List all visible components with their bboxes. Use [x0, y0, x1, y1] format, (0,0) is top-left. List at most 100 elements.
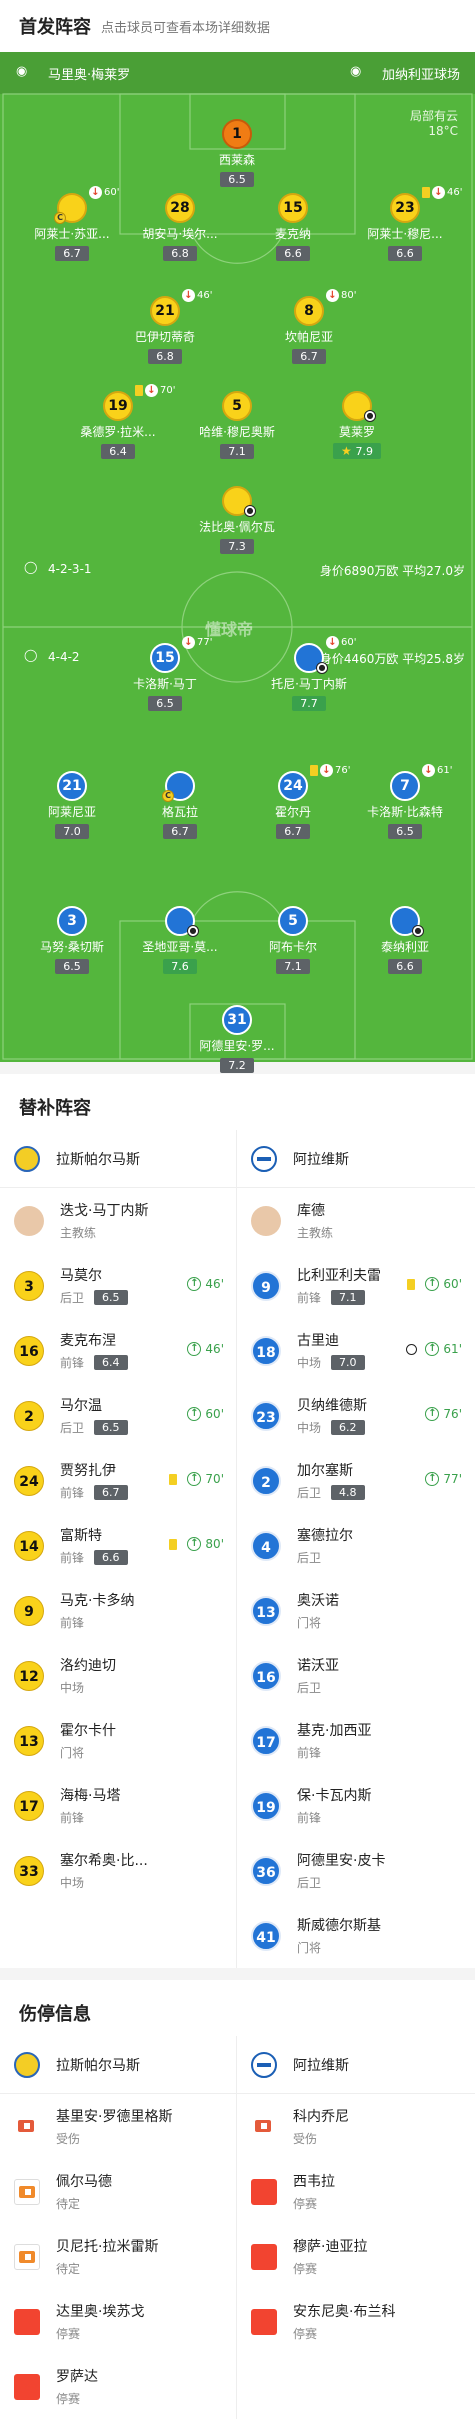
player-home[interactable]: 28 胡安马·埃尔... 6.8: [125, 193, 235, 261]
sub-info: 洛约迪切 中场: [60, 1655, 116, 1696]
away-formation: 4-4-2: [48, 650, 80, 664]
yellow-card-icon: [422, 187, 430, 198]
player-home[interactable]: 15 麦克纳 6.6: [238, 193, 348, 261]
sub-row[interactable]: 36 阿德里安·皮卡 后卫: [237, 1838, 474, 1903]
sub-row[interactable]: 17 基克·加西亚 前锋: [237, 1708, 474, 1773]
player-home[interactable]: 5 哈维·穆尼奥斯 7.1: [182, 391, 292, 459]
injury-row[interactable]: 达里奥·埃苏戈 停赛: [0, 2289, 236, 2354]
sub-position: 后卫: [60, 1421, 85, 1435]
yellow-card-icon: [310, 765, 318, 776]
rating-wrap: 6.7: [125, 820, 235, 839]
injury-row[interactable]: 基里安·罗德里格斯 受伤: [0, 2094, 236, 2159]
player-away[interactable]: ● 泰纳利亚 6.6: [350, 906, 460, 974]
player-away[interactable]: C 格瓦拉 6.7: [125, 771, 235, 839]
suspension-card-icon: [251, 2308, 277, 2335]
captain-icon: C: [54, 212, 66, 224]
sub-info: 贝纳维德斯 中场 6.2: [297, 1395, 367, 1436]
player-home[interactable]: 21 ↓ 46' 巴伊切蒂奇 6.8: [110, 289, 220, 364]
sub-off-icon: ↓: [326, 289, 339, 302]
sub-name: 洛约迪切: [60, 1658, 116, 1674]
sub-row[interactable]: 23 贝纳维德斯 中场 6.2 ↑ 76': [237, 1383, 474, 1448]
sub-row[interactable]: 迭戈·马丁内斯 主教练: [0, 1188, 236, 1253]
rating-wrap: 7.2: [182, 1054, 292, 1073]
injury-row[interactable]: 西韦拉 停赛: [237, 2159, 474, 2224]
sub-off-icon: ↓: [145, 384, 158, 397]
sub-row[interactable]: 16 诺沃亚 后卫: [237, 1643, 474, 1708]
sub-row[interactable]: 12 洛约迪切 中场: [0, 1643, 236, 1708]
player-away[interactable]: 5 阿布卡尔 7.1: [238, 906, 348, 974]
sub-position-line: 中场: [60, 1679, 116, 1696]
player-home[interactable]: ● 法比奥·佩尔瓦 7.3: [182, 486, 292, 554]
injury-row[interactable]: 科内乔尼 受伤: [237, 2094, 474, 2159]
sub-row[interactable]: 9 比利亚利夫雷 前锋 7.1 ↑ 60': [237, 1253, 474, 1318]
player-away[interactable]: 7 ↓ 61' 卡洛斯·比森特 6.5: [350, 764, 460, 839]
sub-name: 阿德里安·皮卡: [297, 1853, 386, 1869]
sub-row[interactable]: 2 加尔塞斯 后卫 4.8 ↑ 77': [237, 1448, 474, 1513]
sub-event: ↑ 60': [407, 1277, 462, 1291]
sub-row[interactable]: 13 奥沃诺 门将: [237, 1578, 474, 1643]
sub-position: 前锋: [297, 1811, 322, 1825]
player-rating: 6.8: [163, 246, 197, 261]
away-team-name: 阿拉维斯: [293, 2057, 349, 2074]
injury-away-team[interactable]: 阿拉维斯: [237, 2036, 474, 2093]
suspension-card-icon: [14, 2373, 40, 2400]
injury-row[interactable]: 贝尼托·拉米雷斯 待定: [0, 2224, 236, 2289]
away-team-logo-icon: [251, 1145, 277, 1172]
subs-away-team[interactable]: 阿拉维斯: [237, 1130, 474, 1187]
sub-row[interactable]: 4 塞德拉尔 后卫: [237, 1513, 474, 1578]
sub-on-icon: ↑: [187, 1277, 202, 1291]
player-home[interactable]: 23 ↓ 46' 阿莱士·穆尼... 6.6: [350, 186, 462, 261]
sub-row[interactable]: 17 海梅·马塔 前锋: [0, 1773, 236, 1838]
sub-row[interactable]: 9 马克·卡多纳 前锋: [0, 1578, 236, 1643]
injury-teams: 拉斯帕尔马斯 阿拉维斯: [0, 2036, 475, 2094]
sub-row[interactable]: 14 富斯特 前锋 6.6 ↑ 80': [0, 1513, 236, 1578]
subs-home-team[interactable]: 拉斯帕尔马斯: [0, 1130, 237, 1187]
player-away[interactable]: 15 ↓ 77' 卡洛斯·马丁 6.5: [110, 636, 220, 711]
player-home[interactable]: 19 ↓ 70' 桑德罗·拉米... 6.4: [63, 384, 175, 459]
sub-name: 库德: [297, 1203, 325, 1219]
player-away[interactable]: 3 马努·桑切斯 6.5: [17, 906, 127, 974]
rating-wrap: 6.7: [254, 345, 364, 364]
sub-rating: 6.6: [94, 1550, 128, 1565]
sub-rating: 7.0: [331, 1355, 365, 1370]
injury-row[interactable]: 罗萨达 停赛: [0, 2354, 236, 2419]
player-event: ↓ 60': [326, 636, 356, 649]
sub-row[interactable]: 2 马尔温 后卫 6.5 ↑ 60': [0, 1383, 236, 1448]
player-number: ●: [165, 906, 199, 937]
home-value: 身价6890万欧: [319, 564, 399, 578]
player-number: 23: [390, 193, 420, 223]
player-home[interactable]: 8 ↓ 80' 坎帕尼亚 6.7: [254, 289, 364, 364]
player-away[interactable]: ● ↓ 60' 托尼·马丁内斯 7.7: [254, 636, 364, 711]
sub-position-line: 前锋 6.6: [60, 1549, 128, 1566]
sub-row[interactable]: 库德 主教练: [237, 1188, 474, 1253]
player-home[interactable]: ● 莫莱罗 ★ 7.9: [302, 391, 412, 459]
sub-info: 保·卡瓦内斯 前锋: [297, 1785, 371, 1826]
player-home[interactable]: 1 西莱森 6.5: [182, 119, 292, 187]
sub-row[interactable]: 41 斯威德尔斯基 门将: [237, 1903, 474, 1968]
rating-value: 6.5: [156, 697, 174, 710]
sub-position: 主教练: [297, 1226, 334, 1240]
sub-row[interactable]: 3 马莫尔 后卫 6.5 ↑ 46': [0, 1253, 236, 1318]
player-home[interactable]: C ↓ 60' 阿莱士·苏亚... 6.7: [17, 186, 127, 261]
sub-position-line: 中场 6.2: [297, 1419, 367, 1436]
injury-row[interactable]: 安东尼奥·布兰科 停赛: [237, 2289, 474, 2354]
player-away[interactable]: ● 圣地亚哥·莫... 7.6: [125, 906, 235, 974]
injuries-title: 伤停信息: [0, 1980, 475, 2036]
sub-row[interactable]: 13 霍尔卡什 门将: [0, 1708, 236, 1773]
injury-row[interactable]: 穆萨·迪亚拉 停赛: [237, 2224, 474, 2289]
injury-home-team[interactable]: 拉斯帕尔马斯: [0, 2036, 237, 2093]
player-away[interactable]: 24 ↓ 76' 霍尔丹 6.7: [238, 764, 350, 839]
sub-name: 贾努扎伊: [60, 1463, 116, 1479]
sub-row[interactable]: 33 塞尔希奥·比... 中场: [0, 1838, 236, 1903]
sub-row[interactable]: 19 保·卡瓦内斯 前锋: [237, 1773, 474, 1838]
player-event: ↓ 70': [135, 384, 175, 397]
yellow-card-icon: [169, 1473, 178, 1485]
sub-row[interactable]: 16 麦克布涅 前锋 6.4 ↑ 46': [0, 1318, 236, 1383]
sub-time: 70': [160, 385, 176, 396]
sub-row[interactable]: 18 古里迪 中场 7.0 ↑ 61': [237, 1318, 474, 1383]
player-away[interactable]: 21 阿莱尼亚 7.0: [17, 771, 127, 839]
player-away[interactable]: 31 阿德里安·罗... 7.2: [182, 1005, 292, 1073]
sub-row[interactable]: 24 贾努扎伊 前锋 6.7 ↑ 70': [0, 1448, 236, 1513]
away-team-logo-icon: [251, 2051, 277, 2078]
injury-row[interactable]: 佩尔马德 待定: [0, 2159, 236, 2224]
